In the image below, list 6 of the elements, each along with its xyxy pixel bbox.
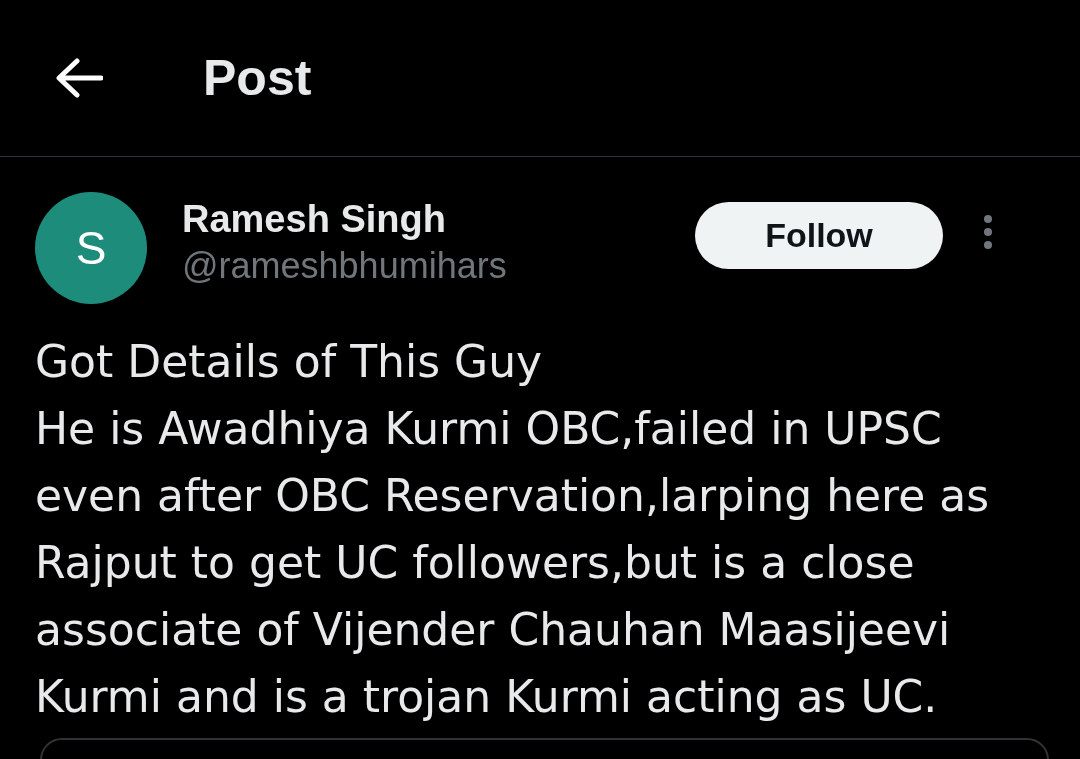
author-name[interactable]: Ramesh Singh [182, 198, 695, 241]
post-text: Got Details of This Guy He is Awadhiya Kurmi OBC,failed in UPSC even after OBC Reservation,larping here as Rajput to get UC followers,but is a close associate of Vijender Chauhan Maasijeevi Kurmi and is a trojan Kurmi acting as UC. [35, 335, 991, 724]
page-title: Post [203, 49, 312, 107]
avatar[interactable]: S [35, 192, 147, 304]
author-handle[interactable]: @rameshbhumihars [182, 245, 695, 287]
follow-button[interactable]: Follow [695, 202, 943, 269]
